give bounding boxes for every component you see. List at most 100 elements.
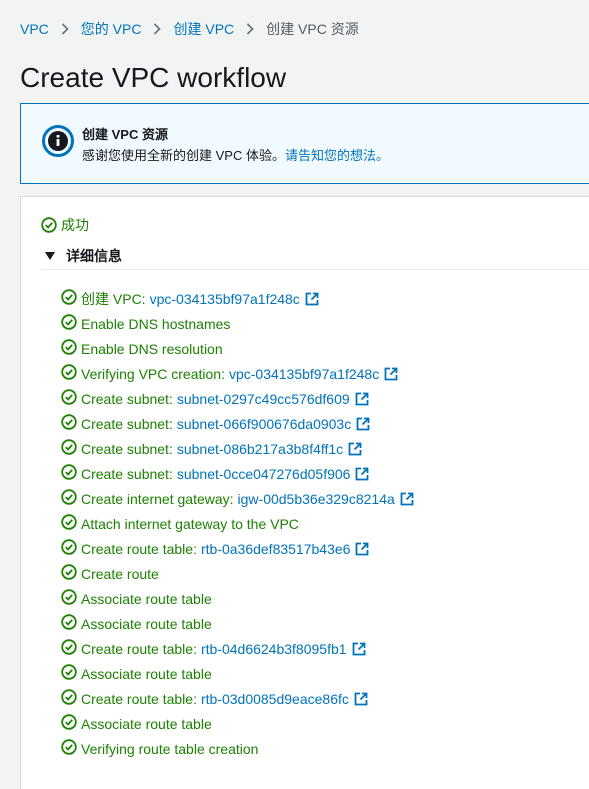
info-flash: 创建 VPC 资源 感谢您使用全新的创建 VPC 体验。请告知您的想法。: [20, 103, 589, 184]
success-check-icon: [61, 489, 77, 508]
success-check-icon: [61, 589, 77, 608]
external-link-icon[interactable]: [355, 467, 369, 481]
resource-link[interactable]: subnet-0cce047276d05f906: [177, 466, 351, 482]
step-item: 创建 VPC: vpc-034135bf97a1f248c: [61, 286, 414, 311]
resource-link[interactable]: subnet-0297c49cc576df609: [177, 391, 350, 407]
success-check-icon: [61, 289, 77, 308]
success-check-icon: [61, 639, 77, 658]
step-label: Create route table:: [81, 540, 197, 557]
step-item: Associate route table: [61, 661, 414, 686]
details-label: 详细信息: [66, 248, 122, 264]
step-label: Create subnet:: [81, 390, 173, 407]
step-item: Create route table: rtb-0a36def83517b43e6: [61, 536, 414, 561]
external-link-icon[interactable]: [356, 417, 370, 431]
steps-list: 创建 VPC: vpc-034135bf97a1f248c Enable DNS h…: [61, 286, 414, 761]
step-label: Create subnet:: [81, 415, 173, 432]
success-check-icon: [61, 314, 77, 333]
step-item: Enable DNS resolution: [61, 336, 414, 361]
success-check-icon: [61, 664, 77, 683]
success-check-icon: [61, 464, 77, 483]
success-check-icon: [61, 564, 77, 583]
step-label: Enable DNS resolution: [81, 340, 223, 357]
step-label: Create subnet:: [81, 440, 173, 457]
success-check-icon: [41, 217, 57, 233]
step-label: Create route table:: [81, 690, 197, 707]
success-status: 成功: [41, 216, 89, 234]
success-check-icon: [61, 389, 77, 408]
step-label: Attach internet gateway to the VPC: [81, 515, 299, 532]
success-check-icon: [61, 739, 77, 758]
page-title: Create VPC workflow: [20, 62, 287, 93]
feedback-link[interactable]: 请告知您的想法。: [285, 148, 389, 163]
external-link-icon[interactable]: [384, 367, 398, 381]
divider: [41, 269, 589, 270]
breadcrumb-create-vpc[interactable]: 创建 VPC: [173, 19, 234, 39]
caret-down-icon: [45, 252, 55, 260]
info-title: 创建 VPC 资源: [82, 127, 168, 142]
step-item: Associate route table: [61, 611, 414, 636]
success-check-icon: [61, 539, 77, 558]
success-check-icon: [61, 689, 77, 708]
details-expander[interactable]: 详细信息: [45, 247, 122, 265]
external-link-icon[interactable]: [354, 692, 368, 706]
step-item: Create route: [61, 561, 414, 586]
chevron-right-icon: [61, 23, 69, 35]
success-check-icon: [61, 414, 77, 433]
chevron-right-icon: [246, 23, 254, 35]
info-icon: [41, 124, 75, 158]
step-item: Associate route table: [61, 586, 414, 611]
step-label: Associate route table: [81, 615, 212, 632]
success-check-icon: [61, 339, 77, 358]
step-label: 创建 VPC:: [81, 290, 146, 307]
success-check-icon: [61, 714, 77, 733]
chevron-right-icon: [153, 23, 162, 35]
step-label: Associate route table: [81, 590, 212, 607]
resource-link[interactable]: rtb-03d0085d9eace86fc: [201, 691, 349, 707]
breadcrumb: VPC 您的 VPC 创建 VPC 创建 VPC 资源: [20, 19, 359, 39]
resource-link[interactable]: vpc-034135bf97a1f248c: [229, 366, 379, 382]
status-text: 成功: [61, 217, 89, 233]
step-label: Associate route table: [81, 715, 212, 732]
resource-link[interactable]: igw-00d5b36e329c8214a: [238, 491, 395, 507]
resource-link[interactable]: subnet-086b217a3b8f4ff1c: [177, 441, 343, 457]
step-item: Create subnet: subnet-0cce047276d05f906: [61, 461, 414, 486]
step-item: Associate route table: [61, 711, 414, 736]
results-panel: 成功 详细信息 创建 VPC: vpc-034135bf97a1f248c Enab…: [20, 196, 589, 789]
external-link-icon[interactable]: [352, 642, 366, 656]
step-item: Verifying VPC creation: vpc-034135bf97a1f…: [61, 361, 414, 386]
step-label: Associate route table: [81, 665, 212, 682]
success-check-icon: [61, 364, 77, 383]
resource-link[interactable]: subnet-066f900676da0903c: [177, 416, 351, 432]
resource-link[interactable]: vpc-034135bf97a1f248c: [150, 291, 300, 307]
breadcrumb-your-vpcs[interactable]: 您的 VPC: [81, 19, 142, 39]
step-item: Create subnet: subnet-0297c49cc576df609: [61, 386, 414, 411]
step-label: Create internet gateway:: [81, 490, 234, 507]
breadcrumb-vpc[interactable]: VPC: [20, 19, 49, 39]
step-label: Enable DNS hostnames: [81, 315, 231, 332]
success-check-icon: [61, 514, 77, 533]
step-label: Create route: [81, 565, 159, 582]
step-label: Verifying VPC creation:: [81, 365, 225, 382]
step-label: Verifying route table creation: [81, 740, 259, 757]
info-text: 感谢您使用全新的创建 VPC 体验。: [82, 148, 285, 163]
external-link-icon[interactable]: [400, 492, 414, 506]
external-link-icon[interactable]: [355, 392, 369, 406]
step-item: Create subnet: subnet-086b217a3b8f4ff1c: [61, 436, 414, 461]
resource-link[interactable]: rtb-0a36def83517b43e6: [201, 541, 350, 557]
step-item: Create route table: rtb-03d0085d9eace86fc: [61, 686, 414, 711]
step-label: Create route table:: [81, 640, 197, 657]
breadcrumb-current: 创建 VPC 资源: [266, 21, 359, 37]
step-item: Create subnet: subnet-066f900676da0903c: [61, 411, 414, 436]
step-item: Create route table: rtb-04d6624b3f8095fb1: [61, 636, 414, 661]
external-link-icon[interactable]: [305, 292, 319, 306]
step-item: Verifying route table creation: [61, 736, 414, 761]
step-item: Create internet gateway: igw-00d5b36e329c…: [61, 486, 414, 511]
external-link-icon[interactable]: [348, 442, 362, 456]
success-check-icon: [61, 614, 77, 633]
info-message: 感谢您使用全新的创建 VPC 体验。请告知您的想法。: [82, 147, 389, 165]
success-check-icon: [61, 439, 77, 458]
external-link-icon[interactable]: [355, 542, 369, 556]
step-item: Attach internet gateway to the VPC: [61, 511, 414, 536]
resource-link[interactable]: rtb-04d6624b3f8095fb1: [201, 641, 347, 657]
step-label: Create subnet:: [81, 465, 173, 482]
